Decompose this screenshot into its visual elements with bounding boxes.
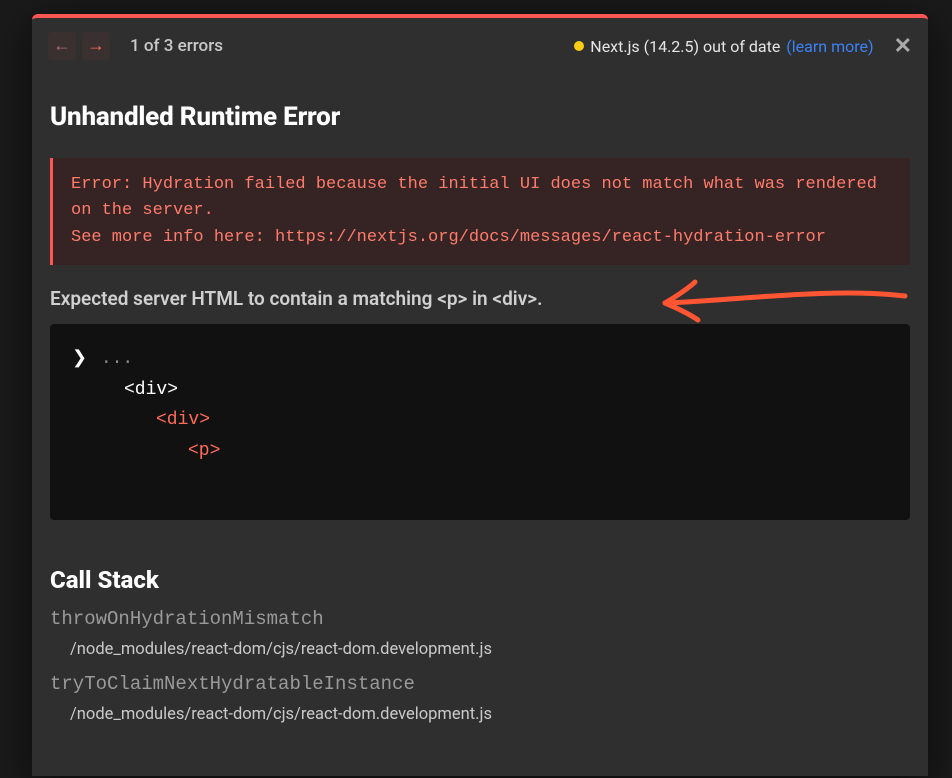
close-button[interactable]: ✕ — [894, 34, 912, 59]
code-line: <div> — [72, 405, 888, 436]
expected-row: Expected server HTML to contain a matchi… — [50, 287, 910, 310]
call-stack-heading: Call Stack — [50, 566, 910, 594]
error-counter: 1 of 3 errors — [130, 36, 223, 56]
version-text: Next.js (14.2.5) out of date — [590, 37, 780, 56]
chevron-right-icon[interactable]: ❯ — [72, 344, 90, 375]
code-line: ❯ ... — [72, 344, 888, 375]
content: Unhandled Runtime Error Error: Hydration… — [32, 74, 928, 724]
stack-frame-function: tryToClaimNextHydratableInstance — [50, 673, 910, 695]
stack-frame-function: throwOnHydrationMismatch — [50, 608, 910, 630]
error-overlay: ← → 1 of 3 errors Next.js (14.2.5) out o… — [32, 14, 928, 776]
ellipsis: ... — [101, 349, 133, 369]
topbar: ← → 1 of 3 errors Next.js (14.2.5) out o… — [32, 18, 928, 74]
arrow-left-icon: ← — [53, 37, 71, 55]
component-stack-code: ❯ ... <div> <div> <p> — [50, 324, 910, 520]
version-status: Next.js (14.2.5) out of date (learn more… — [574, 37, 873, 56]
status-dot-icon — [574, 41, 584, 51]
annotation-arrow-icon — [610, 273, 910, 323]
close-icon: ✕ — [894, 34, 912, 59]
prev-error-button[interactable]: ← — [48, 32, 76, 60]
learn-more-link[interactable]: (learn more) — [786, 37, 873, 56]
code-line: <p> — [72, 436, 888, 467]
arrow-right-icon: → — [87, 37, 105, 55]
stack-frame-path: /node_modules/react-dom/cjs/react-dom.de… — [70, 705, 910, 724]
error-message-box: Error: Hydration failed because the init… — [50, 158, 910, 265]
error-title: Unhandled Runtime Error — [50, 102, 910, 132]
stack-frame: tryToClaimNextHydratableInstance /node_m… — [50, 673, 910, 724]
next-error-button[interactable]: → — [82, 32, 110, 60]
stack-frame-path: /node_modules/react-dom/cjs/react-dom.de… — [70, 640, 910, 659]
code-line: <div> — [72, 375, 888, 406]
stack-frame: throwOnHydrationMismatch /node_modules/r… — [50, 608, 910, 659]
